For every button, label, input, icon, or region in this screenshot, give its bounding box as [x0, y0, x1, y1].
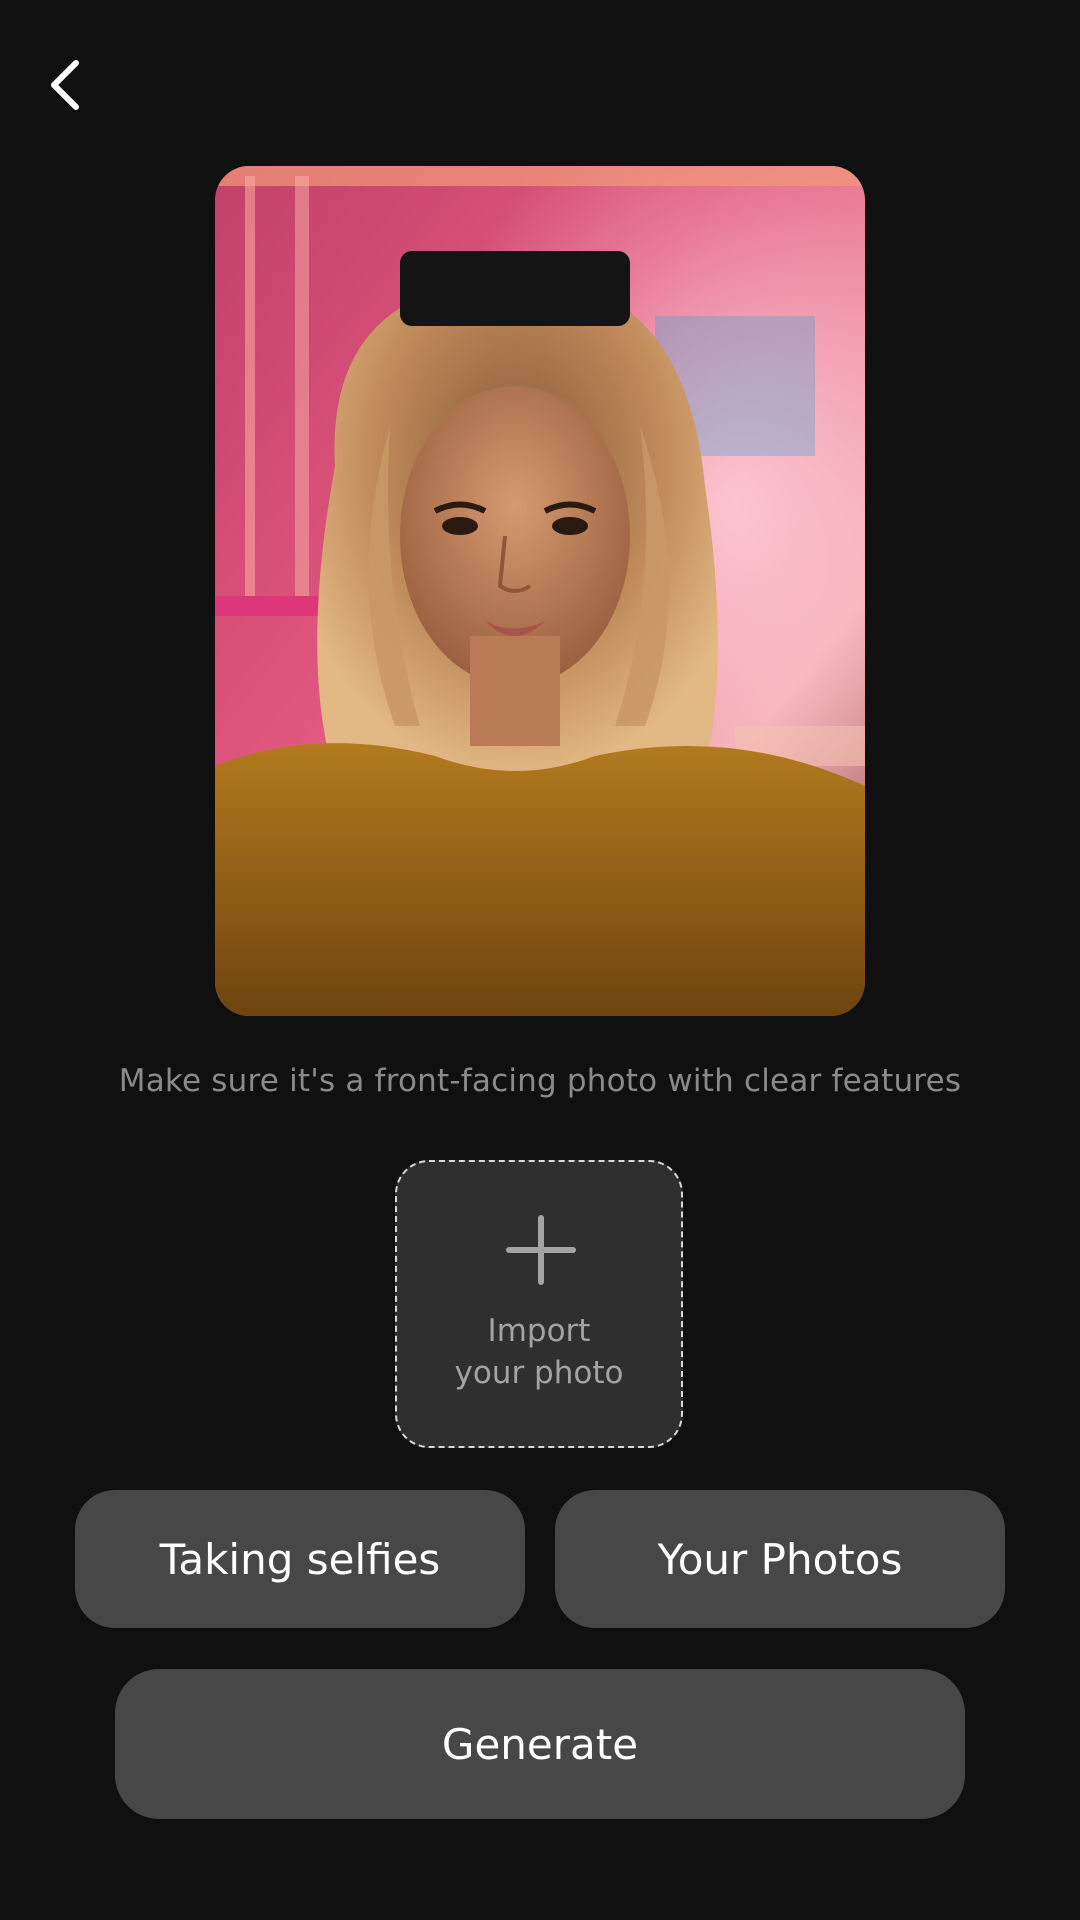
preview-photo [215, 166, 865, 1016]
import-photo-button[interactable]: Import your photo [395, 1160, 683, 1448]
import-photo-label: Import your photo [397, 1310, 681, 1394]
back-button[interactable] [38, 50, 94, 120]
taking-selfies-button[interactable]: Taking selfies [75, 1490, 525, 1628]
plus-icon [506, 1215, 576, 1285]
your-photos-button[interactable]: Your Photos [555, 1490, 1005, 1628]
import-label-line2: your photo [454, 1355, 624, 1391]
photo-hint-text: Make sure it's a front-facing photo with… [118, 1063, 962, 1099]
generate-button[interactable]: Generate [115, 1669, 965, 1819]
import-label-line1: Import [487, 1313, 591, 1349]
chevron-left-icon [51, 60, 79, 110]
